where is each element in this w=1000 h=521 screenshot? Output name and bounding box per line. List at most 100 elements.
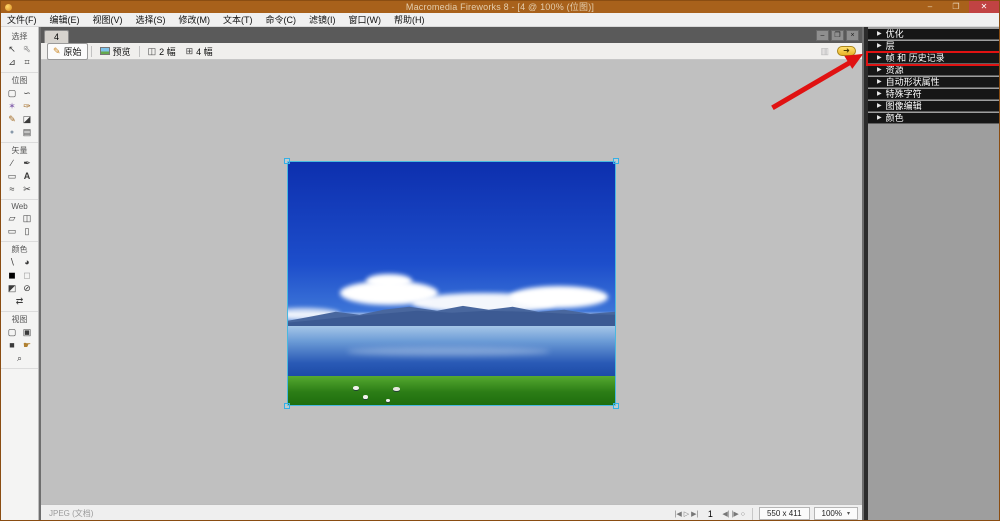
doc-minimize-button[interactable]: – xyxy=(816,30,829,41)
view-mode-original-button[interactable]: ✎ 原始 xyxy=(47,42,88,60)
brush-tool[interactable]: ✑ xyxy=(20,100,35,113)
window-title: Macromedia Fireworks 8 - [4 @ 100% (位图)] xyxy=(405,2,595,12)
panel-header-资源[interactable]: ▶ 资源 xyxy=(868,65,999,76)
previous-frame-button[interactable]: ◀| xyxy=(721,511,730,518)
next-frame-button[interactable]: |▶ xyxy=(731,511,740,518)
marquee-tool[interactable]: ▢ xyxy=(5,87,20,100)
knife-tool[interactable]: ✂ xyxy=(20,183,35,196)
panel-header-自动形状属性[interactable]: ▶ 自动形状属性 xyxy=(868,77,999,88)
view-mode-preview-button[interactable]: 预览 xyxy=(95,44,136,59)
export-format-label: JPEG (文档) xyxy=(49,509,94,518)
menu-item-1[interactable]: 编辑(E) xyxy=(50,13,80,26)
divider xyxy=(138,45,140,57)
panel-header-特殊字符[interactable]: ▶ 特殊字符 xyxy=(868,89,999,100)
show-slices-button[interactable]: ▯ xyxy=(20,225,35,238)
zoom-tool[interactable]: ⌕ xyxy=(12,352,27,365)
loop-button[interactable]: ○ xyxy=(740,511,746,518)
rubber-stamp-tool[interactable]: ▤ xyxy=(20,126,35,139)
minimize-button[interactable]: – xyxy=(917,1,943,13)
swap-colors-button[interactable]: ⇄ xyxy=(12,295,27,308)
lasso-tool[interactable]: ∽ xyxy=(20,87,35,100)
selection-handle[interactable] xyxy=(613,158,619,164)
magnification-dropdown[interactable]: 100% ▾ xyxy=(813,507,858,520)
panel-label: 颜色 xyxy=(885,112,904,123)
menu-item-5[interactable]: 文本(T) xyxy=(223,13,253,26)
magic-wand-tool[interactable]: ✶ xyxy=(5,100,20,113)
menu-item-9[interactable]: 帮助(H) xyxy=(394,13,425,26)
close-button[interactable]: ✕ xyxy=(969,1,999,13)
hotspot-tool[interactable]: ▱ xyxy=(5,212,20,225)
hand-tool[interactable]: ☛ xyxy=(20,339,35,352)
text-tool[interactable]: A xyxy=(20,170,35,183)
full-screen-button[interactable]: ■ xyxy=(5,339,20,352)
panel-header-帧 和 历史记录[interactable]: ▶ 帧 和 历史记录 xyxy=(866,51,999,66)
blur-tool[interactable]: ● xyxy=(5,126,20,139)
paint-bucket-tool[interactable]: ◕ xyxy=(20,256,35,269)
stroke-color-well[interactable]: ◼ xyxy=(5,269,20,282)
canvas-area[interactable] xyxy=(41,60,862,504)
view-mode-four-up-button[interactable]: ⊞ 4 幅 xyxy=(181,44,218,59)
rectangle-tool[interactable]: ▭ xyxy=(5,170,20,183)
default-colors-button[interactable]: ◩ xyxy=(5,282,20,295)
tool-section: 矢量 ∕ ✒ ▭ A ≈ ✂ xyxy=(1,143,38,200)
menu-item-7[interactable]: 滤镜(I) xyxy=(309,13,336,26)
pages-icon: ▥ xyxy=(820,45,829,56)
scale-tool[interactable]: ⊿ xyxy=(5,56,20,69)
view-mode-two-up-button[interactable]: ◫ 2 幅 xyxy=(143,44,181,59)
tools-panel: 选择 ↖ ↖ ⊿ ⌗ 位图 ▢ ∽ ✶ ✑ ✎ ◪ ● ▤ 矢量 ∕ ✒ ▭ A ≈ ✂ Web ▱ ◫ ▭ ▯ 颜色 ∖ ◕ ◼ ◻ ◩ ⊘ ⇄… xyxy=(1,27,39,520)
slice-tool[interactable]: ◫ xyxy=(20,212,35,225)
document-tab-bar: 4 – ❐ × xyxy=(41,27,862,43)
panel-label: 资源 xyxy=(885,64,904,75)
last-frame-button[interactable]: ▶| xyxy=(690,511,699,518)
selection-handle[interactable] xyxy=(284,403,290,409)
no-color-button[interactable]: ⊘ xyxy=(20,282,35,295)
selection-handle[interactable] xyxy=(284,158,290,164)
eraser-tool[interactable]: ◪ xyxy=(20,113,35,126)
four-up-icon: ⊞ xyxy=(185,45,194,56)
tool-section: 位图 ▢ ∽ ✶ ✑ ✎ ◪ ● ▤ xyxy=(1,73,38,143)
pointer-tool[interactable]: ↖ xyxy=(5,43,20,56)
hide-slices-button[interactable]: ▭ xyxy=(5,225,20,238)
menu-item-8[interactable]: 窗口(W) xyxy=(349,13,382,26)
panel-header-颜色[interactable]: ▶ 颜色 xyxy=(868,113,999,124)
standard-screen-button[interactable]: ▢ xyxy=(5,326,20,339)
panel-label: 特殊字符 xyxy=(885,88,922,99)
expander-arrow-icon: ▶ xyxy=(877,90,882,97)
expander-arrow-icon: ▶ xyxy=(877,66,882,73)
tool-section: 选择 ↖ ↖ ⊿ ⌗ xyxy=(1,29,38,73)
panel-label: 优化 xyxy=(885,28,904,39)
first-frame-button[interactable]: |◀ xyxy=(674,511,683,518)
menu-item-6[interactable]: 命令(C) xyxy=(266,13,297,26)
divider xyxy=(90,45,92,57)
menu-item-0[interactable]: 文件(F) xyxy=(7,13,37,26)
menu-item-2[interactable]: 视图(V) xyxy=(93,13,123,26)
bitmap-image-object[interactable] xyxy=(284,158,619,409)
panel-label: 帧 和 历史记录 xyxy=(885,52,945,63)
crop-tool[interactable]: ⌗ xyxy=(20,56,35,69)
menu-item-3[interactable]: 选择(S) xyxy=(136,13,166,26)
selection-handle[interactable] xyxy=(613,403,619,409)
quick-export-button[interactable]: ➜ xyxy=(837,46,856,56)
lake-photo xyxy=(288,162,615,405)
fill-color-well[interactable]: ◻ xyxy=(20,269,35,282)
freeform-tool[interactable]: ≈ xyxy=(5,183,20,196)
pen-tool[interactable]: ✒ xyxy=(20,157,35,170)
doc-restore-button[interactable]: ❐ xyxy=(831,30,844,41)
expander-arrow-icon: ▶ xyxy=(877,54,882,61)
panel-header-优化[interactable]: ▶ 优化 xyxy=(868,29,999,40)
panel-label: 自动形状属性 xyxy=(885,76,940,87)
subselection-tool[interactable]: ↖ xyxy=(20,43,35,56)
tool-section: Web ▱ ◫ ▭ ▯ xyxy=(1,200,38,242)
panel-header-图像编辑[interactable]: ▶ 图像编辑 xyxy=(868,101,999,112)
expander-arrow-icon: ▶ xyxy=(877,78,882,85)
tool-section-label: 选择 xyxy=(11,32,28,41)
menu-item-4[interactable]: 修改(M) xyxy=(179,13,211,26)
pencil-tool[interactable]: ✎ xyxy=(5,113,20,126)
restore-button[interactable]: ❐ xyxy=(943,1,969,13)
screen-with-menus-button[interactable]: ▣ xyxy=(20,326,35,339)
panel-header-层[interactable]: ▶ 层 xyxy=(868,41,999,52)
line-tool[interactable]: ∕ xyxy=(5,157,20,170)
document-tab[interactable]: 4 xyxy=(44,30,70,43)
eyedropper-tool[interactable]: ∖ xyxy=(5,256,20,269)
doc-close-button[interactable]: × xyxy=(846,30,859,41)
